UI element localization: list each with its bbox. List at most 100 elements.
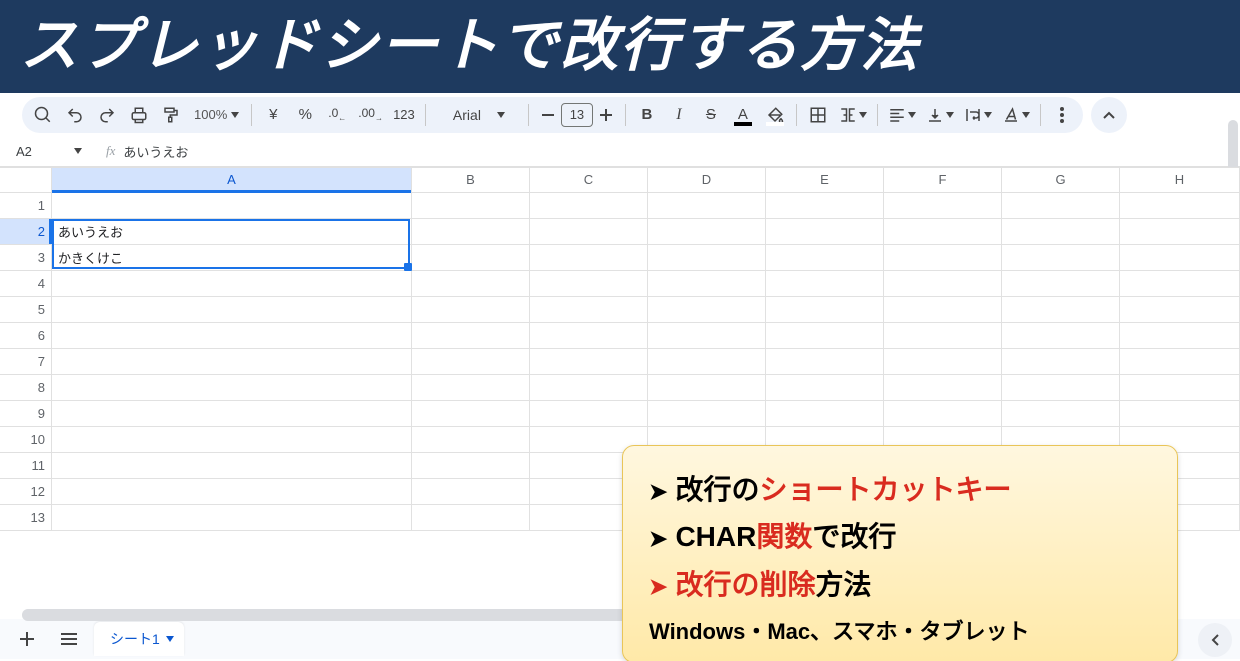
cell[interactable] — [648, 401, 766, 427]
cell[interactable] — [884, 193, 1002, 219]
strikethrough-button[interactable]: S — [696, 100, 726, 130]
cell[interactable] — [884, 375, 1002, 401]
cell[interactable] — [412, 375, 530, 401]
cell[interactable] — [412, 349, 530, 375]
add-sheet-button[interactable] — [10, 622, 44, 656]
row-header[interactable]: 3 — [0, 245, 52, 271]
cell[interactable] — [766, 401, 884, 427]
merge-cells-button[interactable] — [835, 100, 871, 130]
font-size-increase[interactable] — [593, 100, 619, 130]
cell[interactable] — [530, 193, 648, 219]
column-header[interactable]: A — [52, 167, 412, 193]
redo-button[interactable] — [92, 100, 122, 130]
cell[interactable] — [52, 375, 412, 401]
fill-color-button[interactable] — [760, 100, 790, 130]
zoom-dropdown[interactable]: 100% — [188, 100, 245, 130]
cell[interactable] — [766, 271, 884, 297]
all-sheets-button[interactable] — [52, 622, 86, 656]
italic-button[interactable]: I — [664, 100, 694, 130]
cell[interactable] — [766, 219, 884, 245]
row-header[interactable]: 2 — [0, 219, 52, 245]
paint-format-button[interactable] — [156, 100, 186, 130]
cell[interactable] — [1002, 323, 1120, 349]
cell[interactable] — [884, 245, 1002, 271]
cell[interactable] — [1002, 401, 1120, 427]
cell[interactable] — [648, 271, 766, 297]
cell[interactable] — [884, 401, 1002, 427]
cell[interactable] — [648, 245, 766, 271]
cell[interactable] — [766, 193, 884, 219]
decrease-decimal-button[interactable]: .0← — [322, 100, 352, 130]
row-header[interactable]: 10 — [0, 427, 52, 453]
cell[interactable] — [884, 349, 1002, 375]
column-header[interactable]: F — [884, 167, 1002, 193]
column-header[interactable]: B — [412, 167, 530, 193]
column-header[interactable]: C — [530, 167, 648, 193]
column-header[interactable]: H — [1120, 167, 1240, 193]
text-color-button[interactable]: A — [728, 100, 758, 130]
column-header[interactable]: D — [648, 167, 766, 193]
cell[interactable] — [766, 349, 884, 375]
cell[interactable] — [766, 323, 884, 349]
select-all-corner[interactable] — [0, 167, 52, 193]
cell[interactable] — [52, 479, 412, 505]
cell[interactable] — [530, 219, 648, 245]
cell[interactable] — [1120, 375, 1240, 401]
cell[interactable] — [1002, 349, 1120, 375]
cell[interactable] — [52, 453, 412, 479]
cell[interactable] — [1120, 219, 1240, 245]
cell[interactable]: あいうえお — [52, 219, 412, 245]
cell[interactable] — [530, 245, 648, 271]
bold-button[interactable]: B — [632, 100, 662, 130]
row-header[interactable]: 13 — [0, 505, 52, 531]
cell[interactable] — [52, 427, 412, 453]
cell[interactable] — [530, 401, 648, 427]
h-align-button[interactable] — [884, 100, 920, 130]
cell[interactable] — [530, 375, 648, 401]
column-header[interactable]: G — [1002, 167, 1120, 193]
search-button[interactable] — [28, 100, 58, 130]
cell[interactable] — [52, 505, 412, 531]
print-button[interactable] — [124, 100, 154, 130]
borders-button[interactable] — [803, 100, 833, 130]
row-header[interactable]: 1 — [0, 193, 52, 219]
text-rotate-button[interactable] — [998, 100, 1034, 130]
cell[interactable] — [412, 219, 530, 245]
cell[interactable] — [648, 219, 766, 245]
cell[interactable] — [1120, 349, 1240, 375]
increase-decimal-button[interactable]: .00→ — [354, 100, 387, 130]
percent-button[interactable]: % — [290, 100, 320, 130]
cell[interactable] — [412, 401, 530, 427]
cell[interactable] — [52, 323, 412, 349]
name-box[interactable]: A2 — [4, 144, 90, 159]
cell[interactable] — [884, 271, 1002, 297]
cell[interactable] — [1120, 401, 1240, 427]
cell[interactable] — [766, 375, 884, 401]
cell[interactable] — [884, 323, 1002, 349]
cell[interactable] — [412, 323, 530, 349]
cell[interactable] — [412, 297, 530, 323]
cell[interactable] — [1120, 271, 1240, 297]
cell[interactable] — [412, 193, 530, 219]
explore-button[interactable] — [1198, 623, 1232, 657]
row-header[interactable]: 9 — [0, 401, 52, 427]
cell[interactable] — [766, 297, 884, 323]
row-header[interactable]: 12 — [0, 479, 52, 505]
toolbar-expand-up-button[interactable] — [1091, 97, 1127, 133]
cell[interactable] — [1002, 193, 1120, 219]
column-header[interactable]: E — [766, 167, 884, 193]
cell[interactable] — [52, 193, 412, 219]
sheet-tab-active[interactable]: シート1 — [94, 622, 184, 656]
cell[interactable] — [52, 297, 412, 323]
cell[interactable] — [412, 427, 530, 453]
cell[interactable] — [1002, 219, 1120, 245]
cell[interactable] — [1120, 193, 1240, 219]
cell[interactable] — [1002, 271, 1120, 297]
cell[interactable] — [648, 323, 766, 349]
font-family-dropdown[interactable]: Arial — [432, 100, 522, 130]
cell[interactable] — [648, 297, 766, 323]
horizontal-scrollbar-thumb[interactable] — [22, 609, 662, 621]
v-align-button[interactable] — [922, 100, 958, 130]
cell[interactable] — [412, 453, 530, 479]
row-header[interactable]: 8 — [0, 375, 52, 401]
